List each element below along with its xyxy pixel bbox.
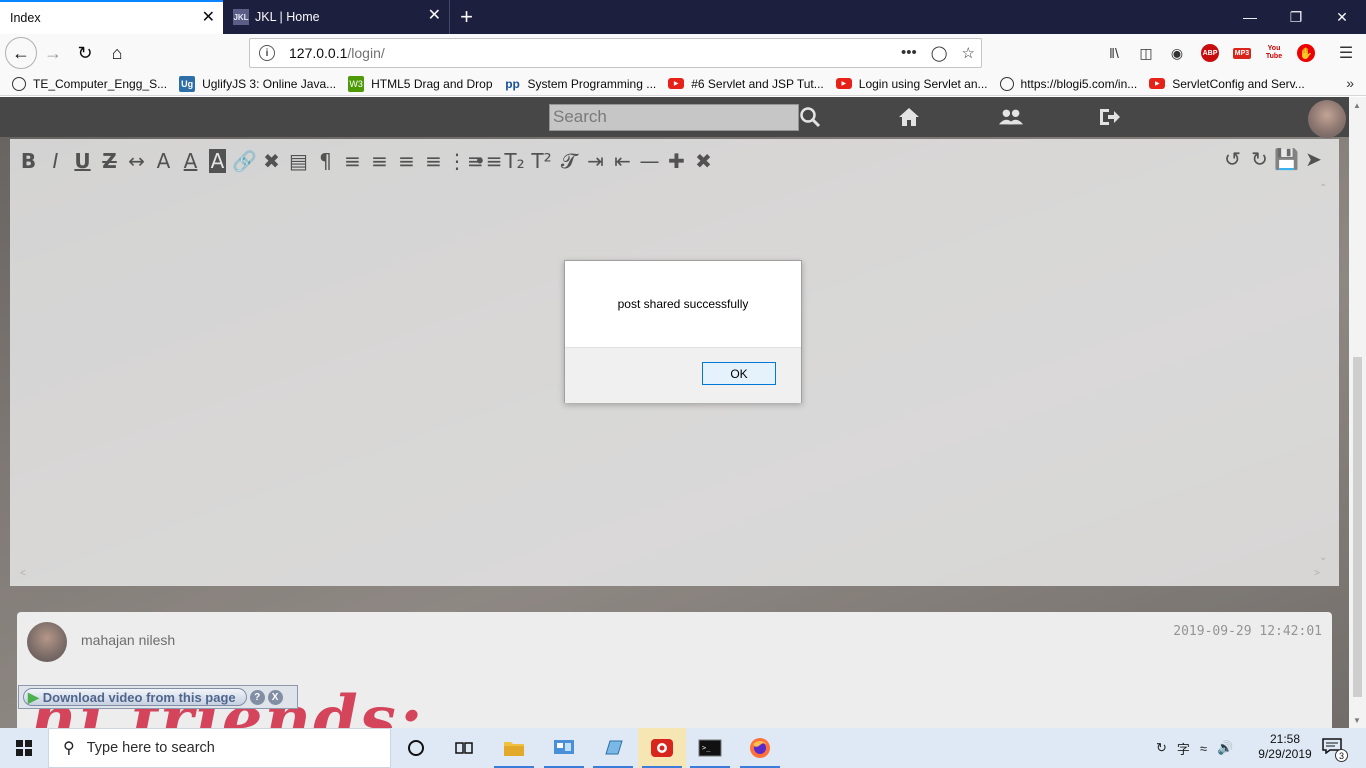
youtube-icon: ▶ [668, 78, 685, 89]
jkl-favicon-icon: JKL [233, 9, 249, 25]
language-icon[interactable]: 字 [1177, 739, 1190, 758]
bookmark-star-icon[interactable]: ☆ [962, 44, 975, 62]
tab-label: Index [10, 11, 41, 25]
close-tab-icon[interactable]: ✕ [428, 8, 441, 24]
library-icon[interactable]: ‖\ [1103, 42, 1125, 64]
chevron-right-icon[interactable]: » [1346, 75, 1354, 91]
clock-time: 21:58 [1269, 732, 1301, 746]
taskbar-search-box[interactable]: ⚲ Type here to search [48, 728, 391, 768]
menu-icon[interactable]: ☰ [1335, 42, 1357, 64]
bookmark-label: UglifyJS 3: Online Java... [202, 76, 337, 91]
cortana-icon[interactable] [392, 728, 440, 768]
bookmark-label: System Programming ... [527, 76, 657, 91]
globe-icon [12, 76, 26, 91]
system-tray: ↻ 字 ≈ 🔊 [1156, 728, 1233, 768]
clock-date: 9/29/2019 [1258, 747, 1312, 761]
sidebar-icon[interactable]: ◫ [1135, 42, 1157, 64]
bookmark-item[interactable]: ▶ Login using Servlet an... [835, 76, 988, 91]
sync-icon[interactable]: ↻ [1156, 740, 1167, 756]
action-center-icon[interactable]: 3 [1322, 738, 1348, 762]
notepad-icon[interactable] [589, 728, 637, 768]
navigation-toolbar: ← → ↻ ⌂ i 127.0.0.1/login/ ••• ◯ ☆ ‖\ ◫ … [0, 34, 1366, 72]
tab-index[interactable]: Index ✕ [0, 0, 223, 34]
tab-jkl-home[interactable]: JKL JKL | Home ✕ [223, 0, 449, 34]
site-info-icon[interactable]: i [259, 45, 275, 61]
bookmark-label: ServletConfig and Serv... [1172, 76, 1305, 91]
notification-count-badge: 3 [1335, 749, 1348, 762]
recorder-app-icon[interactable] [638, 728, 686, 768]
alert-dialog: post shared successfully OK [564, 260, 802, 403]
command-prompt-icon[interactable]: >_ [686, 728, 734, 768]
reload-button[interactable]: ↻ [70, 38, 100, 68]
volume-icon[interactable]: 🔊 [1217, 740, 1233, 756]
bookmark-label: HTML5 Drag and Drop [371, 76, 493, 91]
browser-tabstrip: Index ✕ JKL JKL | Home ✕ + — ❐ ✕ [0, 0, 1366, 34]
pp-icon: pp [505, 76, 520, 91]
url-text[interactable]: 127.0.0.1/login/ [289, 45, 385, 61]
html5-icon: W3 [348, 75, 365, 92]
minimize-button[interactable]: — [1227, 0, 1273, 34]
taskbar-search-placeholder: Type here to search [86, 740, 215, 756]
close-tab-icon[interactable]: ✕ [202, 10, 215, 26]
file-explorer-icon[interactable] [490, 728, 538, 768]
youtube-icon: ▶ [835, 78, 852, 89]
task-view-icon[interactable] [440, 728, 488, 768]
svg-text:>_: >_ [702, 744, 711, 752]
back-button[interactable]: ← [5, 37, 37, 69]
start-button[interactable] [0, 728, 48, 768]
bookmark-item[interactable]: pp System Programming ... [505, 76, 657, 92]
modal-overlay [0, 97, 1366, 729]
bookmark-item[interactable]: https://blogi5.com/in... [999, 76, 1138, 91]
bookmark-item[interactable]: Ug UglifyJS 3: Online Java... [179, 75, 337, 92]
bookmark-item[interactable]: ▶ ServletConfig and Serv... [1149, 77, 1305, 91]
ok-button[interactable]: OK [702, 362, 776, 385]
new-tab-button[interactable]: + [449, 0, 483, 34]
taskbar-clock[interactable]: 21:58 9/29/2019 [1256, 732, 1314, 762]
windows-taskbar: ⚲ Type here to search >_ ↻ 字 ≈ 🔊 21:58 9… [0, 728, 1366, 768]
search-icon: ⚲ [63, 740, 75, 757]
bookmark-item[interactable]: ▶ #6 Servlet and JSP Tut... [668, 77, 824, 91]
wifi-icon[interactable]: ≈ [1200, 741, 1207, 756]
page-actions-icon[interactable]: ••• [901, 44, 917, 62]
globe-icon [999, 76, 1014, 91]
tab-label: JKL | Home [255, 10, 320, 24]
url-path: /login/ [347, 45, 385, 61]
alert-message: post shared successfully [617, 297, 749, 311]
url-host: 127.0.0.1 [289, 45, 348, 61]
close-window-button[interactable]: ✕ [1319, 0, 1365, 34]
bookmark-label: TE_Computer_Engg_S... [33, 76, 168, 91]
home-button[interactable]: ⌂ [102, 38, 132, 68]
bookmarks-toolbar: TE_Computer_Engg_S... Ug UglifyJS 3: Onli… [0, 72, 1366, 96]
hand-stop-icon[interactable]: ✋ [1297, 44, 1315, 62]
mp3-converter-icon[interactable]: MP3 [1232, 47, 1252, 59]
adblock-plus-icon[interactable]: ABP [1201, 44, 1219, 62]
bookmark-item[interactable]: TE_Computer_Engg_S... [12, 76, 168, 91]
restore-button[interactable]: ❐ [1273, 0, 1319, 34]
url-bar[interactable]: i 127.0.0.1/login/ ••• ◯ ☆ [249, 38, 982, 68]
control-panel-icon[interactable] [540, 728, 588, 768]
bookmark-label: #6 Servlet and JSP Tut... [691, 76, 824, 91]
uglify-icon: Ug [179, 75, 196, 92]
windows-logo-icon [16, 740, 32, 756]
account-icon[interactable]: ◉ [1166, 42, 1188, 64]
alert-footer: OK [565, 347, 801, 403]
firefox-icon[interactable] [736, 728, 784, 768]
bookmark-label: https://blogi5.com/in... [1020, 76, 1138, 91]
youtube-addon-icon[interactable]: You Tube [1263, 45, 1285, 61]
bookmark-label: Login using Servlet an... [858, 76, 988, 91]
pocket-icon[interactable]: ◯ [931, 44, 948, 62]
youtube-icon: ▶ [1149, 78, 1166, 89]
forward-button[interactable]: → [38, 38, 68, 68]
bookmark-item[interactable]: W3 HTML5 Drag and Drop [348, 75, 493, 92]
